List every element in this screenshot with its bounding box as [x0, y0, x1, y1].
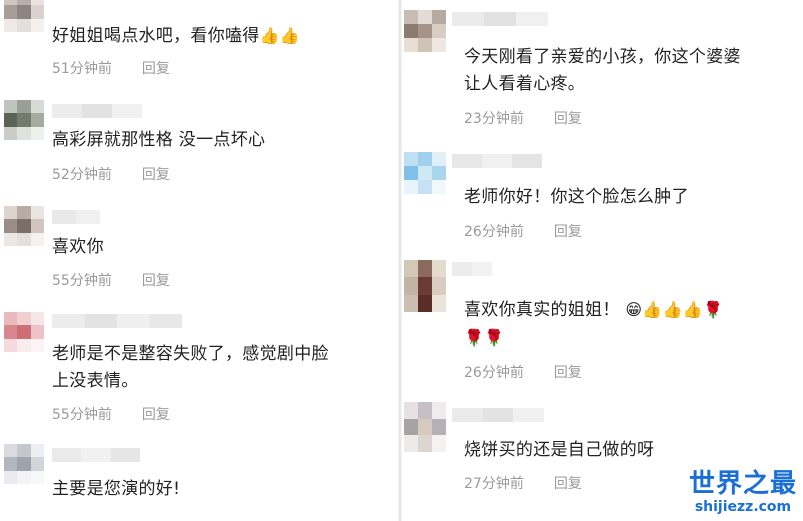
- avatar[interactable]: [4, 100, 44, 140]
- thumbs-up-icon: 👍👍: [259, 26, 301, 45]
- rose-icon: 🌹🌹: [464, 328, 505, 347]
- left-comment-column: 好姐姐喝点水吧，看你嗑得👍👍 51分钟前 回复 高彩屏就那性格 没一点坏心 52…: [0, 0, 400, 521]
- comment-text: 喜欢你: [52, 237, 104, 257]
- reply-button[interactable]: 回复: [554, 473, 582, 493]
- reply-button[interactable]: 回复: [554, 108, 582, 128]
- comment-text: 烧饼买的还是自己做的呀: [464, 440, 655, 460]
- avatar[interactable]: [404, 152, 446, 194]
- comment-meta: 52分钟前 回复: [52, 164, 170, 184]
- comment-text-line: 上没表情。: [52, 371, 139, 391]
- reply-button[interactable]: 回复: [554, 362, 582, 382]
- reply-button[interactable]: 回复: [142, 404, 170, 424]
- comment-time: 23分钟前: [464, 111, 524, 127]
- comment-meta: 26分钟前 回复: [464, 221, 582, 241]
- comment-text-line: 让人看着心疼。: [464, 74, 586, 94]
- username-blurred[interactable]: [452, 12, 548, 26]
- comment-text: 高彩屏就那性格 没一点坏心: [52, 130, 266, 150]
- comment-text-line: 喜欢你真实的姐姐！ 😁👍👍👍🌹: [464, 296, 723, 324]
- comment-time: 27分钟前: [464, 476, 524, 492]
- username-blurred[interactable]: [52, 210, 100, 224]
- username-blurred[interactable]: [52, 104, 142, 118]
- right-comment-column: 今天刚看了亲爱的小孩，你这个婆婆 让人看着心疼。 23分钟前 回复 老师你好！你…: [400, 0, 803, 521]
- comment-meta: 23分钟前 回复: [464, 108, 582, 128]
- comment-time: 51分钟前: [52, 61, 112, 77]
- avatar[interactable]: [404, 402, 446, 452]
- comment-text-line: 今天刚看了亲爱的小孩，你这个婆婆: [464, 47, 741, 67]
- avatar[interactable]: [4, 206, 44, 246]
- username-blurred[interactable]: [52, 314, 182, 328]
- comment-text: 老师你好！你这个脸怎么肿了: [464, 187, 689, 207]
- reply-button[interactable]: 回复: [554, 221, 582, 241]
- comment-text: 老师是不是整容失败了，感觉剧中脸 上没表情。: [52, 341, 329, 395]
- comment-meta: 51分钟前 回复: [52, 58, 170, 78]
- emoji-icons: 😁👍👍👍🌹: [625, 300, 724, 319]
- comment-meta: 26分钟前 回复: [464, 362, 582, 382]
- comment-text-content: 喜欢你真实的姐姐！: [464, 300, 620, 320]
- comment-time: 26分钟前: [464, 365, 524, 381]
- comment-text: 喜欢你真实的姐姐！ 😁👍👍👍🌹 🌹🌹: [464, 296, 723, 352]
- comment-meta: 27分钟前 回复: [464, 473, 582, 493]
- comment-time: 55分钟前: [52, 273, 112, 289]
- comment-meta: 55分钟前 回复: [52, 404, 170, 424]
- username-blurred[interactable]: [452, 262, 492, 276]
- comment-text: 好姐姐喝点水吧，看你嗑得👍👍: [52, 22, 300, 50]
- comment-time: 55分钟前: [52, 407, 112, 423]
- comment-text: 主要是您演的好!: [52, 479, 181, 499]
- reply-button[interactable]: 回复: [142, 270, 170, 290]
- watermark-title: 世界之最: [688, 469, 797, 499]
- comment-time: 52分钟前: [52, 167, 112, 183]
- comment-text-content: 好姐姐喝点水吧，看你嗑得: [52, 26, 260, 46]
- comment-meta: 55分钟前 回复: [52, 270, 170, 290]
- avatar[interactable]: [4, 312, 44, 352]
- watermark-url: shijiezz.com: [694, 499, 792, 515]
- watermark: 世界之最 shijiezz.com: [689, 469, 797, 515]
- reply-button[interactable]: 回复: [142, 164, 170, 184]
- comment-text-line: 老师是不是整容失败了，感觉剧中脸: [52, 344, 329, 364]
- comment-text-line: 🌹🌹: [464, 324, 723, 352]
- avatar[interactable]: [4, 0, 44, 32]
- username-blurred[interactable]: [452, 408, 545, 422]
- username-blurred[interactable]: [52, 448, 140, 462]
- avatar[interactable]: [4, 444, 44, 484]
- comment-time: 26分钟前: [464, 224, 524, 240]
- comment-text: 今天刚看了亲爱的小孩，你这个婆婆 让人看着心疼。: [464, 44, 741, 98]
- reply-button[interactable]: 回复: [142, 58, 170, 78]
- avatar[interactable]: [404, 260, 446, 312]
- username-blurred[interactable]: [452, 154, 542, 168]
- avatar[interactable]: [404, 10, 446, 52]
